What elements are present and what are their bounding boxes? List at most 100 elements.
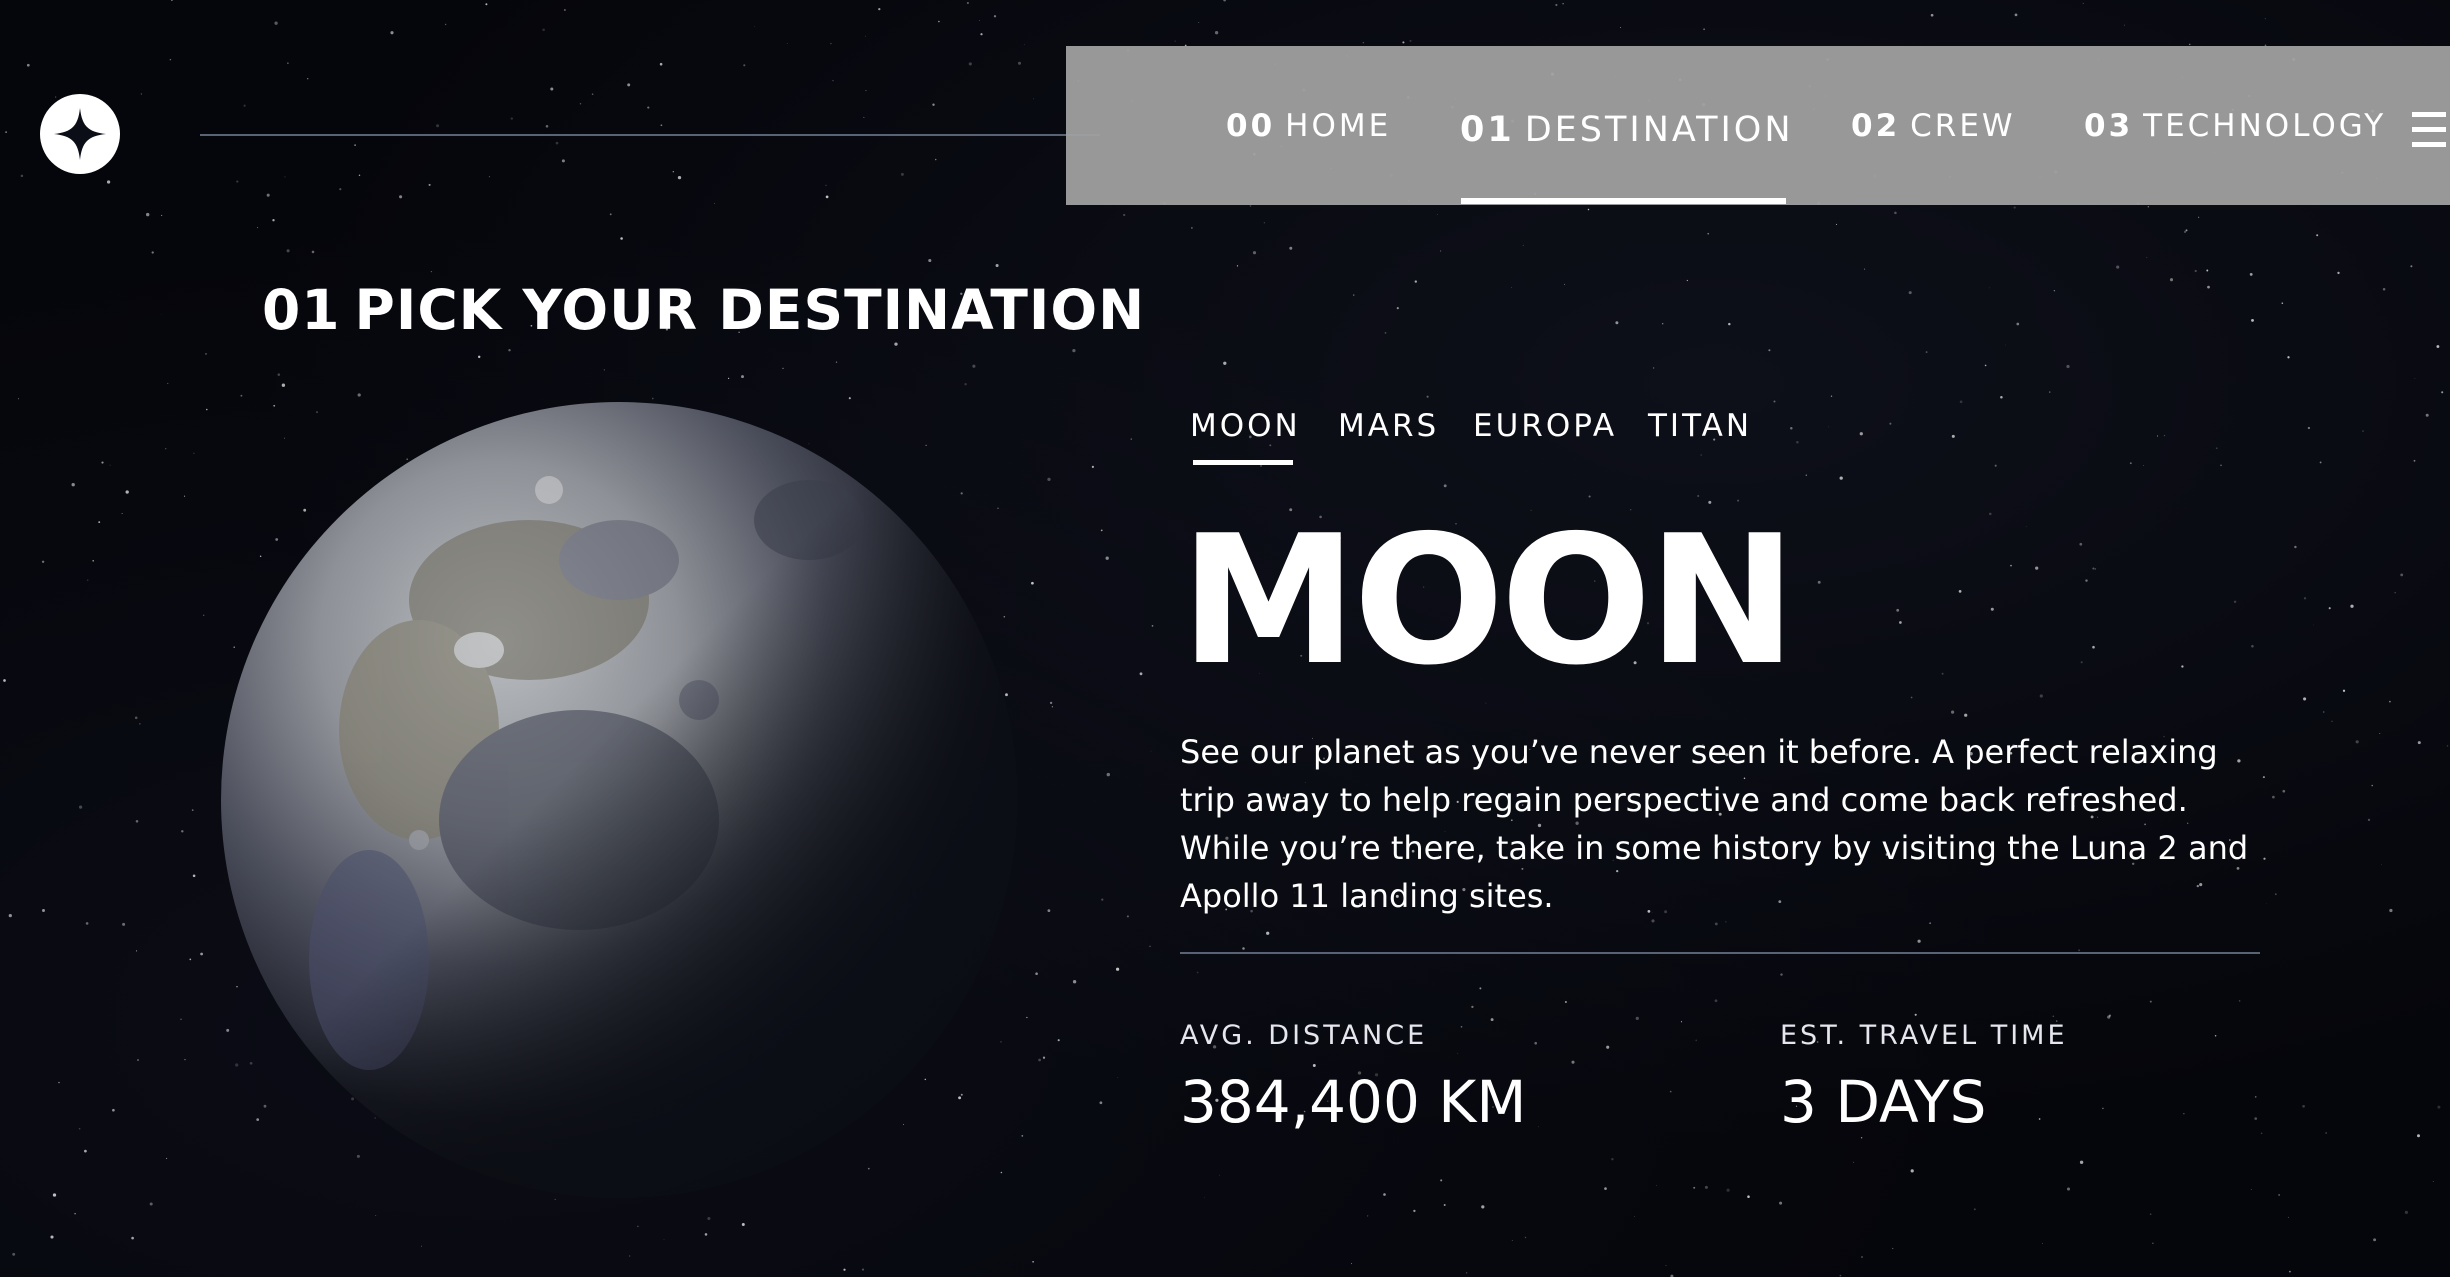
star-dot xyxy=(2000,396,2003,399)
star-dot xyxy=(266,193,270,197)
star-dot xyxy=(1989,512,1992,516)
star-dot xyxy=(1490,1018,1494,1022)
star-dot xyxy=(1830,395,1833,397)
star-dot xyxy=(1038,1058,1041,1062)
star-dot xyxy=(1260,464,1262,467)
star-dot xyxy=(2379,733,2381,734)
star-dot xyxy=(1994,464,1997,467)
star-dot xyxy=(5,131,7,133)
star-dot xyxy=(236,180,239,183)
tab-titan[interactable]: TITAN xyxy=(1648,408,1752,444)
star-dot xyxy=(1665,1265,1667,1266)
star-dot xyxy=(281,383,286,387)
star-dot xyxy=(1409,39,1412,42)
star-dot xyxy=(2129,462,2132,465)
star-dot xyxy=(786,43,788,44)
star-dot xyxy=(1151,625,1154,627)
star-dot xyxy=(1853,1161,1854,1163)
star-dot xyxy=(2102,1107,2104,1110)
star-dot xyxy=(2079,1160,2084,1165)
star-dot xyxy=(2278,1194,2280,1196)
star-dot xyxy=(978,20,980,21)
star-dot xyxy=(603,369,606,371)
star-dot xyxy=(2085,579,2088,582)
star-dot xyxy=(2282,789,2286,793)
star-dot xyxy=(477,355,481,359)
tab-mars[interactable]: MARS xyxy=(1338,408,1439,444)
star-dot xyxy=(741,375,744,379)
star-dot xyxy=(134,716,138,720)
star-dot xyxy=(2289,1270,2291,1273)
star-dot xyxy=(1686,279,1688,282)
star-dot xyxy=(2355,740,2359,744)
star-dot xyxy=(74,1213,76,1215)
star-dot xyxy=(1047,477,1051,482)
star-dot xyxy=(629,1255,631,1257)
star-dot xyxy=(1072,348,1076,353)
star-dot xyxy=(2323,711,2325,713)
star-dot xyxy=(257,227,259,229)
nav-item-label: CREW xyxy=(1910,108,2016,144)
star-dot xyxy=(2254,1096,2257,1098)
star-dot xyxy=(1725,921,1727,923)
star-dot xyxy=(1017,61,1022,65)
star-dot xyxy=(1522,244,1524,246)
star-dot xyxy=(1174,40,1176,42)
star-dot xyxy=(1796,440,1799,444)
star-dot xyxy=(659,62,663,66)
star-dot xyxy=(375,1215,377,1217)
nav-item-number: 02 xyxy=(1851,108,1901,144)
star-dot xyxy=(167,382,169,384)
star-dot xyxy=(1635,1016,1639,1021)
star-dot xyxy=(2250,1189,2252,1190)
star-dot xyxy=(2207,285,2210,289)
nav-item-technology[interactable]: 03 TECHNOLOGY xyxy=(2084,108,2386,144)
destination-page: 00 HOME 01 DESTINATION 02 CREW 03 TECHNOLOGY… xyxy=(0,0,2450,1277)
star-dot xyxy=(1747,1195,1750,1198)
star-dot xyxy=(171,0,173,2)
hamburger-icon[interactable] xyxy=(2412,112,2446,150)
star-dot xyxy=(311,250,315,254)
star-dot xyxy=(968,62,972,66)
star-dot xyxy=(1951,710,1955,714)
star-dot xyxy=(1889,422,1892,425)
star-dot xyxy=(306,77,309,80)
star-dot xyxy=(2417,1134,2420,1138)
star-dot xyxy=(92,560,94,562)
star-dot xyxy=(1032,1261,1034,1263)
star-dot xyxy=(637,1225,639,1228)
star-dot xyxy=(2149,1000,2152,1003)
star-dot xyxy=(2264,18,2266,20)
tab-moon[interactable]: MOON xyxy=(1190,408,1301,444)
tab-europa[interactable]: EUROPA xyxy=(1473,408,1617,444)
star-dot xyxy=(1524,1236,1527,1239)
star-dot xyxy=(2410,265,2413,268)
logo[interactable] xyxy=(40,94,120,174)
star-dot xyxy=(2307,426,2311,430)
star-dot xyxy=(2371,784,2373,787)
nav-item-destination[interactable]: 01 DESTINATION xyxy=(1460,110,1794,150)
star-dot xyxy=(428,183,431,186)
star-dot xyxy=(58,1081,60,1084)
star-dot xyxy=(1091,465,1094,468)
star-dot xyxy=(166,1157,168,1159)
star-dot xyxy=(663,1239,665,1240)
star-dot xyxy=(2066,364,2070,369)
star-dot xyxy=(2249,273,2253,276)
star-dot xyxy=(1726,1188,1730,1192)
star-dot xyxy=(1481,1205,1485,1209)
star-dot xyxy=(181,830,184,833)
star-dot xyxy=(78,1127,81,1130)
star-dot xyxy=(17,398,19,400)
star-dot xyxy=(2092,567,2095,570)
star-dot xyxy=(1219,1174,1220,1176)
nav-item-home[interactable]: 00 HOME xyxy=(1226,108,1391,144)
star-dot xyxy=(2389,700,2391,703)
star-dot xyxy=(1564,1000,1567,1004)
nav-item-crew[interactable]: 02 CREW xyxy=(1851,108,2016,144)
star-dot xyxy=(1669,1090,1672,1093)
star-dot xyxy=(1249,205,1252,207)
star-dot xyxy=(50,1235,54,1239)
star-dot xyxy=(727,377,730,380)
travel-time-label: EST. TRAVEL TIME xyxy=(1780,1020,2068,1051)
